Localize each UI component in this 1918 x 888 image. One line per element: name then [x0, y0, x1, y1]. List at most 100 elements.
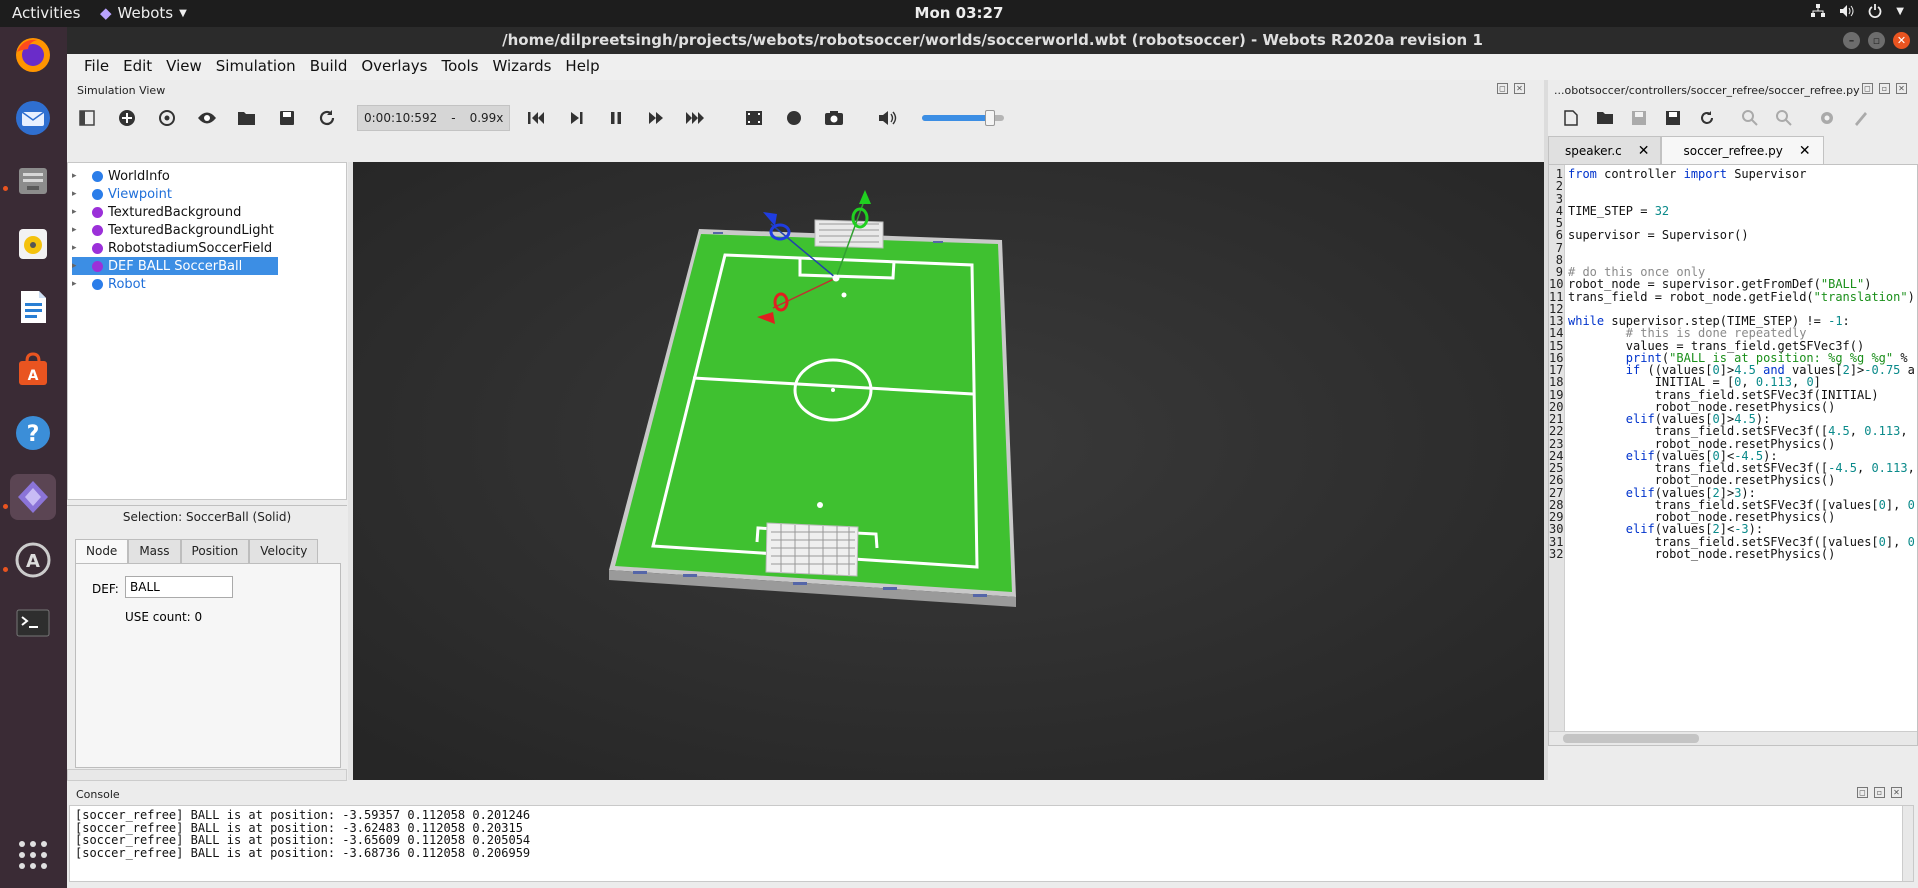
help-icon[interactable]: ? [10, 410, 56, 456]
close-pane-button[interactable]: ✕ [1891, 787, 1902, 798]
menu-help[interactable]: Help [558, 54, 606, 80]
soccer-ball[interactable] [832, 274, 840, 282]
simulation-time-display: 0:00:10:592 - 0.99x [357, 105, 511, 131]
tab-velocity[interactable]: Velocity [249, 539, 319, 563]
menu-simulation[interactable]: Simulation [209, 54, 303, 80]
new-file-icon[interactable] [1559, 106, 1583, 130]
pause-icon[interactable] [604, 106, 628, 130]
line-number: 32 [1549, 546, 1564, 561]
float-pane-button[interactable]: ◻ [1497, 83, 1508, 94]
software-icon[interactable]: A [10, 347, 56, 393]
record-icon[interactable] [782, 106, 806, 130]
scene-tree-item[interactable]: ▸ RobotstadiumSoccerField [72, 239, 272, 257]
screenshot-icon[interactable] [822, 106, 846, 130]
tab-node[interactable]: Node [75, 539, 129, 563]
scene-tree-item-label: RobotstadiumSoccerField [108, 240, 273, 256]
replace-icon[interactable] [1772, 106, 1796, 130]
files-icon[interactable] [10, 158, 56, 204]
horizontal-scrollbar[interactable] [1549, 731, 1917, 745]
tab-position[interactable]: Position [180, 539, 250, 563]
rhythmbox-icon[interactable] [10, 221, 56, 267]
def-field[interactable] [125, 576, 233, 598]
volume-slider-knob[interactable] [984, 110, 995, 126]
menu-file[interactable]: File [77, 54, 116, 80]
save-as-icon[interactable] [1661, 106, 1685, 130]
expand-arrow-icon[interactable]: ▸ [72, 225, 84, 235]
scene-tree-item[interactable]: ▸ WorldInfo [72, 167, 170, 185]
reload-world-icon[interactable] [315, 106, 339, 130]
scene-tree-item[interactable]: ▸ DEF BALL SoccerBall [72, 257, 279, 275]
menu-edit[interactable]: Edit [116, 54, 159, 80]
record-movie-icon[interactable] [742, 106, 766, 130]
clean-icon[interactable] [1849, 106, 1873, 130]
scene-tree-item[interactable]: ▸ Robot [72, 275, 146, 293]
grid-icon[interactable] [10, 832, 56, 878]
close-pane-button[interactable]: ✕ [1514, 83, 1525, 94]
close-icon[interactable]: ✕ [1638, 138, 1650, 164]
volume-slider[interactable] [922, 110, 1005, 126]
expand-arrow-icon[interactable]: ▸ [72, 189, 84, 199]
updater-icon[interactable]: A [10, 537, 56, 583]
find-icon[interactable] [1738, 106, 1762, 130]
maximize-button[interactable]: ▫ [1868, 32, 1885, 49]
minimize-button[interactable]: – [1843, 32, 1860, 49]
firefox-icon[interactable] [10, 32, 56, 78]
system-tray[interactable]: ▼ [1811, 4, 1904, 18]
eye-icon[interactable] [195, 106, 219, 130]
build-icon[interactable] [1815, 106, 1839, 130]
editor-tab[interactable]: soccer_refree.py ✕ [1660, 136, 1824, 164]
expand-arrow-icon[interactable]: ▸ [72, 207, 84, 217]
revert-file-icon[interactable] [1695, 106, 1719, 130]
close-pane-button[interactable]: ✕ [1896, 83, 1907, 94]
menu-build[interactable]: Build [303, 54, 355, 80]
3d-view[interactable] [353, 162, 1544, 780]
scene-tree[interactable]: ▸ WorldInfo ▸ Viewpoint ▸ TexturedBackground ▸… [67, 162, 347, 500]
use-count: USE count: 0 [125, 610, 203, 624]
window-titlebar[interactable]: /home/dilpreetsingh/projects/webots/robo… [67, 27, 1918, 54]
thunderbird-icon[interactable] [10, 95, 56, 141]
console-output[interactable]: [soccer_refree] BALL is at position: -3.… [69, 805, 1914, 882]
scrollbar-thumb[interactable] [1563, 734, 1699, 743]
maximize-pane-button[interactable]: ▫ [1874, 787, 1885, 798]
menu-view[interactable]: View [159, 54, 209, 80]
clock[interactable]: Mon 03:27 [915, 4, 1004, 22]
open-file-icon[interactable] [1593, 106, 1617, 130]
app-menu[interactable]: ◆ Webots ▼ [100, 4, 187, 22]
expand-arrow-icon[interactable]: ▸ [72, 171, 84, 181]
activities-button[interactable]: Activities [12, 4, 80, 22]
menu-wizards[interactable]: Wizards [485, 54, 558, 80]
horizontal-scrollbar[interactable] [67, 769, 347, 781]
save-world-icon[interactable] [275, 106, 299, 130]
maximize-pane-button[interactable]: ▫ [1879, 83, 1890, 94]
editor-tab[interactable]: speaker.c ✕ [1548, 136, 1661, 164]
close-icon[interactable]: ✕ [1799, 138, 1811, 164]
volume-icon[interactable] [876, 106, 900, 130]
tab-mass[interactable]: Mass [128, 539, 181, 563]
save-file-icon[interactable] [1627, 106, 1651, 130]
toggle-scene-tree-icon[interactable] [75, 106, 99, 130]
terminal-icon[interactable] [10, 600, 56, 646]
reload-node-icon[interactable] [155, 106, 179, 130]
step-icon[interactable] [564, 106, 588, 130]
menu-tools[interactable]: Tools [434, 54, 485, 80]
code-editor[interactable]: 1 from controller import Supervisor 2 3 4 TIM… [1548, 164, 1918, 746]
vertical-scrollbar[interactable] [1902, 806, 1913, 881]
expand-arrow-icon[interactable]: ▸ [72, 279, 84, 289]
writer-icon[interactable] [10, 284, 56, 330]
def-label: DEF: [92, 582, 119, 596]
close-button[interactable]: ✕ [1893, 32, 1910, 49]
open-world-icon[interactable] [235, 106, 259, 130]
add-node-icon[interactable] [115, 106, 139, 130]
menu-overlays[interactable]: Overlays [354, 54, 434, 80]
scene-tree-item[interactable]: ▸ Viewpoint [72, 185, 172, 203]
scene-tree-item[interactable]: ▸ TexturedBackground [72, 203, 241, 221]
float-pane-button[interactable]: ◻ [1857, 787, 1868, 798]
expand-arrow-icon[interactable]: ▸ [72, 243, 84, 253]
float-pane-button[interactable]: ◻ [1862, 83, 1873, 94]
run-fast-icon[interactable] [644, 106, 668, 130]
scene-tree-item[interactable]: ▸ TexturedBackgroundLight [72, 221, 274, 239]
run-fastest-icon[interactable] [684, 106, 708, 130]
webots-icon[interactable] [10, 474, 56, 520]
reset-simulation-icon[interactable] [524, 106, 548, 130]
expand-arrow-icon[interactable]: ▸ [72, 261, 84, 271]
